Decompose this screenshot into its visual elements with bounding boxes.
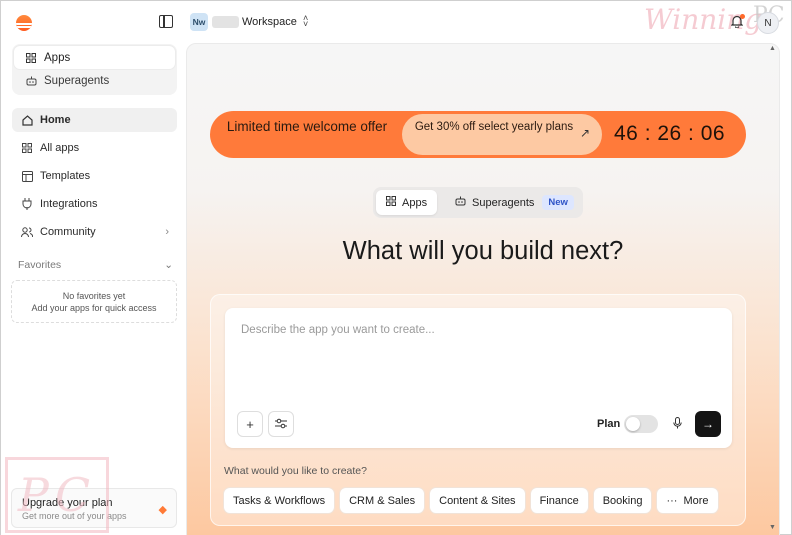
plug-icon: [20, 198, 34, 210]
sidebar-item-label: Templates: [40, 170, 91, 182]
home-icon: [20, 114, 34, 126]
promo-title: Limited time welcome offer: [226, 119, 388, 134]
sidebar-item-label: Community: [40, 226, 96, 238]
app-description-input[interactable]: [241, 324, 711, 336]
sidebar-item-home[interactable]: Home: [12, 108, 177, 132]
new-badge: New: [542, 195, 574, 210]
tab-apps-label: Apps: [402, 196, 428, 209]
upgrade-subtitle: Get more out of your apps: [22, 511, 127, 521]
users-icon: [20, 227, 34, 237]
plan-toggle[interactable]: [624, 415, 658, 433]
favorites-empty-title: No favorites yet: [62, 291, 126, 301]
sidebar-item-integrations[interactable]: Integrations: [12, 192, 177, 216]
favorites-empty-state: No favorites yet Add your apps for quick…: [11, 280, 177, 323]
add-attachment-button[interactable]: +: [237, 411, 263, 437]
workspace-name-redacted: [212, 16, 239, 28]
chip-finance[interactable]: Finance: [530, 488, 588, 513]
diamond-icon: ◆: [158, 504, 167, 516]
sidebar-mode-apps[interactable]: Apps: [14, 46, 175, 69]
promo-cta-button[interactable]: Get 30% off select yearly plans ↗: [402, 114, 602, 155]
main-panel: Limited time welcome offer Get 30% off s…: [186, 43, 780, 535]
chip-more[interactable]: ··· More: [657, 488, 718, 513]
sidebar-nav: Home All apps Templates Integrations Com…: [12, 108, 177, 248]
chip-booking[interactable]: Booking: [593, 488, 652, 513]
sliders-icon: [275, 417, 287, 432]
suggestion-chips: Tasks & Workflows CRM & Sales Content & …: [224, 488, 724, 513]
promo-banner: Limited time welcome offer Get 30% off s…: [210, 111, 746, 158]
upgrade-title: Upgrade your plan: [22, 497, 113, 509]
scroll-down-arrow[interactable]: ▼: [769, 524, 776, 531]
arrow-up-right-icon: ↗: [579, 126, 590, 140]
page-headline: What will you build next?: [342, 237, 624, 265]
arrow-right-icon: →: [702, 417, 714, 431]
grid-icon: [386, 196, 396, 209]
sidebar-item-label: All apps: [40, 142, 80, 154]
scroll-up-arrow[interactable]: ▲: [769, 45, 776, 52]
user-avatar[interactable]: N: [757, 12, 779, 34]
tab-superagents[interactable]: Superagents New: [445, 190, 584, 215]
suggestions-prompt: What would you like to create?: [224, 465, 367, 477]
sidebar-item-all-apps[interactable]: All apps: [12, 136, 177, 160]
chip-tasks-workflows[interactable]: Tasks & Workflows: [224, 488, 335, 513]
settings-sliders-button[interactable]: [268, 411, 294, 437]
sidebar-item-templates[interactable]: Templates: [12, 164, 177, 188]
chip-more-label: More: [683, 494, 709, 507]
tab-apps[interactable]: Apps: [376, 190, 438, 215]
favorites-title: Favorites: [18, 259, 62, 271]
winning-watermark: Winning: [644, 3, 763, 36]
template-icon: [20, 170, 34, 182]
sidebar: Apps Superagents Home All apps Templates…: [1, 1, 186, 535]
chip-content-sites[interactable]: Content & Sites: [430, 488, 525, 513]
grid-icon: [25, 52, 37, 63]
notification-dot: [740, 14, 745, 19]
bot-icon: [25, 76, 37, 86]
sidebar-item-label: Integrations: [40, 198, 98, 210]
sidebar-mode-label: Apps: [44, 51, 71, 64]
upgrade-plan-card[interactable]: Upgrade your plan Get more out of your a…: [11, 488, 177, 528]
bot-icon: [455, 196, 466, 209]
composer-box: + Plan →: [225, 308, 732, 448]
chevron-right-icon: ›: [165, 226, 169, 238]
promo-cta-label: Get 30% off select yearly plans: [414, 121, 574, 133]
favorites-header[interactable]: Favorites ⌄: [18, 259, 173, 271]
build-mode-toggle: Apps Superagents New: [373, 187, 583, 218]
more-dots-icon: ···: [666, 494, 678, 507]
workspace-name[interactable]: Workspace: [242, 16, 297, 28]
promo-countdown: 46 : 26 : 06: [614, 122, 726, 145]
sidebar-toggle-icon[interactable]: [159, 15, 173, 28]
plan-label: Plan: [597, 418, 621, 430]
send-button[interactable]: →: [695, 411, 721, 437]
workspace-avatar[interactable]: Nw: [190, 13, 208, 31]
plus-icon: +: [246, 416, 254, 432]
mode-switcher: Apps Superagents: [12, 44, 177, 95]
chevron-up-down-icon[interactable]: ˄ ˅: [303, 14, 308, 29]
app-logo-icon[interactable]: [16, 15, 32, 31]
sidebar-item-label: Home: [40, 114, 71, 126]
sidebar-mode-superagents[interactable]: Superagents: [14, 69, 175, 92]
favorites-empty-hint: Add your apps for quick access: [31, 303, 157, 313]
chip-crm-sales[interactable]: CRM & Sales: [340, 488, 425, 513]
tab-superagents-label: Superagents: [472, 196, 535, 209]
microphone-icon[interactable]: [673, 417, 682, 432]
sidebar-item-community[interactable]: Community ›: [12, 220, 177, 244]
chevron-down-icon: ⌄: [164, 259, 173, 271]
sidebar-mode-label: Superagents: [44, 74, 110, 87]
grid-icon: [20, 143, 34, 153]
